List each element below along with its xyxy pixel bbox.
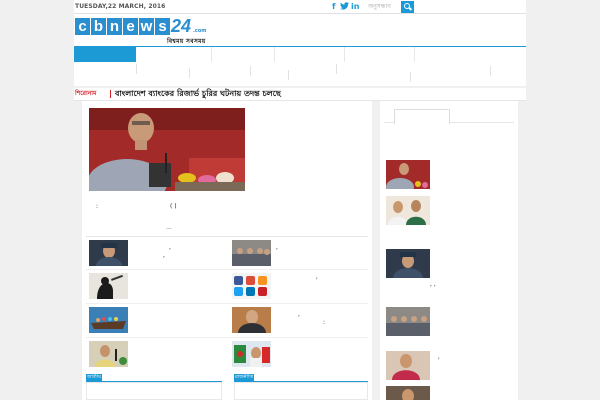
story-item[interactable] bbox=[89, 273, 229, 301]
sidebar-thumbnail[interactable] bbox=[386, 351, 430, 380]
nav-divider bbox=[414, 47, 415, 62]
story-item[interactable]: ,: bbox=[232, 307, 372, 335]
story-item[interactable]: , bbox=[232, 240, 372, 268]
breaking-headline[interactable]: বাংলাদেশ ব্যাংকের রিজার্ভ চুরির ঘটনায় ত… bbox=[115, 89, 281, 99]
logo-letter: n bbox=[107, 18, 122, 35]
section-tag-national[interactable]: জাতীয় bbox=[86, 374, 103, 381]
sidebar-news-title[interactable]: , , bbox=[430, 281, 436, 289]
lead-story-image[interactable] bbox=[89, 108, 245, 191]
sidebar-thumbnail[interactable] bbox=[386, 160, 430, 189]
site-header: c b n e w s 24 .com বিশ্বময় সবসময় bbox=[74, 14, 526, 46]
story-thumbnail[interactable] bbox=[89, 307, 128, 333]
nav-divider bbox=[274, 47, 275, 62]
logo-suffix: .com bbox=[193, 28, 207, 34]
page: TUESDAY,22 MARCH, 2016 f in অনুসন্ধান c … bbox=[0, 0, 600, 400]
lead-story-more[interactable]: ... bbox=[166, 224, 172, 231]
breaking-news-bar: শিরোনাম বাংলাদেশ ব্যাংকের রিজার্ভ চুরির … bbox=[74, 88, 526, 101]
story-title[interactable]: ,: bbox=[276, 311, 325, 327]
sidebar-tabs bbox=[384, 105, 514, 124]
story-thumbnail[interactable] bbox=[89, 273, 128, 299]
section-tag-politics[interactable]: রাজনীতি bbox=[234, 374, 255, 381]
nav-divider bbox=[211, 47, 212, 62]
section-box-politics bbox=[234, 382, 368, 400]
story-title[interactable]: ,, bbox=[133, 244, 171, 260]
nav-divider bbox=[344, 47, 345, 62]
nav-home[interactable] bbox=[74, 47, 136, 62]
story-item[interactable] bbox=[232, 341, 372, 369]
facebook-icon[interactable]: f bbox=[332, 2, 335, 11]
story-thumbnail[interactable] bbox=[232, 273, 271, 299]
twitter-icon[interactable] bbox=[340, 2, 349, 12]
story-title[interactable]: ' bbox=[276, 277, 318, 285]
sidebar-thumbnail[interactable] bbox=[386, 249, 430, 278]
sidebar: , , ' bbox=[380, 101, 518, 400]
sidebar-thumbnail[interactable] bbox=[386, 307, 430, 336]
sidebar-thumbnail[interactable] bbox=[386, 386, 430, 400]
site-logo[interactable]: c b n e w s 24 .com বিশ্বময় সবসময় bbox=[75, 16, 207, 45]
story-item[interactable]: ' bbox=[232, 273, 372, 301]
story-thumbnail[interactable] bbox=[89, 341, 128, 367]
main-nav bbox=[74, 46, 526, 62]
story-thumbnail[interactable] bbox=[89, 240, 128, 266]
logo-letter: e bbox=[123, 18, 138, 35]
story-thumbnail[interactable] bbox=[232, 341, 271, 367]
tab-latest[interactable] bbox=[394, 109, 450, 124]
linkedin-icon[interactable]: in bbox=[351, 2, 359, 11]
story-thumbnail[interactable] bbox=[232, 240, 271, 266]
lead-story-caption[interactable]: :( ) bbox=[96, 203, 177, 211]
story-item[interactable] bbox=[89, 307, 229, 335]
logo-letter: s bbox=[155, 18, 170, 35]
logo-letter: c bbox=[75, 18, 90, 35]
story-thumbnail[interactable] bbox=[232, 307, 271, 333]
section-box-national bbox=[86, 382, 222, 400]
story-item[interactable]: ,, bbox=[89, 240, 229, 268]
breaking-label: শিরোনাম bbox=[75, 90, 97, 97]
sub-nav bbox=[74, 62, 526, 86]
search-button[interactable] bbox=[401, 1, 414, 13]
logo-letter: w bbox=[139, 18, 154, 35]
current-date: TUESDAY,22 MARCH, 2016 bbox=[75, 3, 166, 10]
top-bar: TUESDAY,22 MARCH, 2016 f in অনুসন্ধান bbox=[74, 0, 526, 14]
story-item[interactable] bbox=[89, 341, 229, 369]
sidebar-thumbnail[interactable] bbox=[386, 196, 430, 225]
main-content: :( ) ... ,, , ' ,: জাতীয় রাজনীতি bbox=[82, 101, 372, 400]
logo-number: 24 bbox=[171, 16, 192, 36]
sidebar-news-title[interactable]: ' bbox=[438, 357, 440, 365]
logo-letter: b bbox=[91, 18, 106, 35]
story-title[interactable]: , bbox=[276, 244, 278, 252]
search-input[interactable]: অনুসন্ধান bbox=[368, 2, 398, 11]
